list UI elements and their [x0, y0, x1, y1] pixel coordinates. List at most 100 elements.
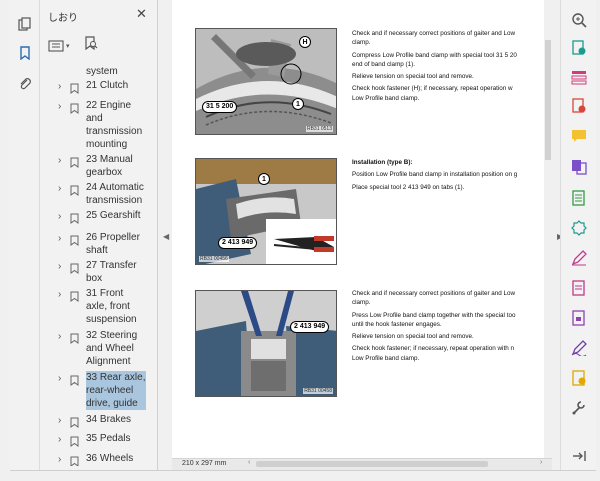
bookmark-icon — [70, 211, 79, 229]
expand-chevron-icon[interactable]: › — [58, 211, 61, 222]
sign-icon[interactable] — [571, 340, 587, 357]
bookmark-item-selected[interactable]: › 33 Rear axle, rear-wheel drive, guide — [40, 370, 146, 410]
horizontal-scrollbar-thumb[interactable] — [256, 461, 488, 467]
bookmark-label: 36 Wheels — [86, 453, 134, 464]
document-vertical-scrollbar[interactable] — [544, 0, 552, 458]
figure-callout: 1 — [292, 98, 304, 110]
expand-chevron-icon[interactable]: › — [58, 434, 61, 445]
expand-chevron-icon[interactable]: › — [58, 183, 61, 194]
figure-id: RB31 0513 — [305, 126, 333, 132]
expand-chevron-icon[interactable]: › — [58, 331, 61, 342]
expand-chevron-icon[interactable]: › — [58, 261, 61, 272]
bookmark-icon — [70, 233, 79, 251]
bookmark-item[interactable]: › 25 Gearshift — [40, 208, 146, 228]
bookmark-item[interactable]: › 23 Manual gearbox — [40, 152, 146, 180]
scroll-right-icon[interactable]: › — [540, 459, 542, 466]
window-bottom-border — [10, 470, 596, 471]
section-heading: Installation (type B): — [352, 159, 413, 166]
bookmark-label: 23 Manual gearbox — [86, 154, 133, 178]
bookmark-label: 21 Clutch — [86, 80, 129, 91]
expand-chevron-icon[interactable]: › — [58, 454, 61, 465]
protect-icon[interactable] — [571, 310, 587, 326]
bookmarks-panel: しおり ✕ ▾ system › 21 Clutch › 22 Engine a… — [40, 0, 193, 470]
chevron-down-icon: ▾ — [66, 42, 70, 50]
expand-chevron-icon[interactable]: › — [58, 373, 61, 384]
bookmark-icon — [70, 331, 79, 349]
bookmarks-icon[interactable] — [17, 45, 33, 61]
page-thumbnails-icon[interactable] — [17, 16, 33, 32]
bookmark-label: 34 Brakes — [86, 414, 132, 425]
pdf-page: H 31 5 200 1 RB31 0513 Check and if nece… — [172, 0, 544, 458]
close-panel-button[interactable]: ✕ — [136, 6, 147, 22]
bookmark-tree: system › 21 Clutch › 22 Engine and trans… — [40, 56, 146, 466]
combine-files-icon[interactable] — [571, 159, 587, 175]
collapse-left-arrow-icon[interactable]: ◀ — [163, 232, 169, 241]
instruction-line: Check and if necessary correct positions… — [352, 30, 516, 37]
figure-id: RB31 00456 — [199, 256, 229, 262]
tools-rail — [560, 0, 596, 470]
figure-callout: 31 5 200 — [202, 101, 238, 113]
fill-sign-icon[interactable] — [571, 250, 587, 266]
bookmark-item[interactable]: › 36 Wheels — [40, 451, 146, 466]
bookmark-label: 25 Gearshift — [86, 210, 141, 221]
expand-chevron-icon[interactable]: › — [58, 155, 61, 166]
bookmark-label: system — [86, 66, 118, 77]
expand-chevron-icon[interactable]: › — [58, 101, 61, 112]
figure-3: 2 413 949 RB31 00458 — [195, 290, 337, 397]
instruction-line: Relieve tension on special tool and remo… — [352, 333, 474, 341]
bookmark-icon — [70, 373, 79, 391]
bookmark-item[interactable]: › 35 Pedals — [40, 431, 146, 449]
organize-pages-icon[interactable] — [571, 69, 587, 85]
expand-chevron-icon[interactable]: › — [58, 233, 61, 244]
instruction-line: Check hook fastener; if necessary, repea… — [352, 345, 514, 353]
instruction-line: Compress Low Profile band clamp with spe… — [352, 51, 517, 59]
instruction-line: Press Low Profile band clamp together wi… — [352, 311, 516, 319]
instruction-line: Check hook fastener (H); if necessary, r… — [352, 85, 513, 93]
bookmark-label: 31 Front axle, front suspension — [86, 288, 137, 325]
more-tools-icon[interactable] — [571, 400, 587, 416]
bookmark-icon — [70, 289, 79, 307]
bookmark-item[interactable]: › 22 Engine and transmission mounting — [40, 98, 146, 152]
bookmark-item[interactable]: system — [40, 64, 146, 78]
expand-chevron-icon[interactable]: › — [58, 289, 61, 300]
bookmark-item[interactable]: › 31 Front axle, front suspension — [40, 286, 146, 326]
create-pdf-icon[interactable] — [571, 98, 587, 114]
figure-callout: 2 413 949 — [290, 321, 330, 333]
bookmark-icon — [70, 434, 79, 452]
zoom-icon[interactable] — [571, 12, 587, 28]
collapse-pane-icon[interactable] — [571, 448, 587, 464]
expand-chevron-icon[interactable]: › — [58, 81, 61, 92]
find-bookmark-icon[interactable] — [84, 36, 98, 55]
bookmark-icon — [70, 81, 79, 99]
bookmark-options-button[interactable]: ▾ — [48, 39, 70, 52]
enhance-scan-icon[interactable] — [571, 220, 587, 236]
figure-id: RB31 00458 — [303, 388, 333, 394]
scroll-left-icon[interactable]: ‹ — [248, 459, 250, 466]
instruction-line: Check and if necessary correct positions… — [352, 290, 516, 297]
expand-chevron-icon[interactable]: › — [58, 415, 61, 426]
edit-pdf-icon[interactable] — [571, 280, 587, 296]
instruction-line: Low Profile band clamp. — [352, 94, 420, 102]
bookmark-label: 35 Pedals — [86, 433, 131, 444]
export-pdf-icon[interactable] — [571, 40, 587, 56]
instruction-block-2: Installation (type B): Position Low Prof… — [352, 159, 542, 193]
bookmark-item[interactable]: › 27 Transfer box — [40, 258, 146, 286]
send-review-icon[interactable] — [571, 370, 587, 386]
attachments-icon[interactable] — [17, 76, 33, 92]
bookmark-item[interactable]: › 32 Steering and Wheel Alignment — [40, 328, 146, 368]
document-viewport: H 31 5 200 1 RB31 0513 Check and if nece… — [172, 0, 552, 470]
scrollbar-thumb[interactable] — [545, 40, 551, 160]
pdf-viewer-window: しおり ✕ ▾ system › 21 Clutch › 22 Engine a… — [0, 0, 600, 481]
comment-icon[interactable] — [571, 128, 587, 144]
bookmark-item[interactable]: › 26 Propeller shaft — [40, 230, 146, 258]
bookmark-icon — [70, 155, 79, 173]
bookmark-item[interactable]: › 21 Clutch — [40, 78, 146, 98]
figure-callout: 2 413 949 — [218, 237, 258, 249]
bookmark-item[interactable]: › 34 Brakes — [40, 412, 146, 430]
figure-2: 1 2 413 949 RB31 00456 — [195, 158, 337, 265]
instruction-block-3: Check and if necessary correct positions… — [352, 290, 542, 364]
bookmark-icon — [70, 101, 79, 119]
page-size-label: 210 x 297 mm — [182, 460, 227, 467]
excel-export-icon[interactable] — [571, 190, 587, 206]
bookmark-item[interactable]: › 24 Automatic transmission — [40, 180, 146, 208]
